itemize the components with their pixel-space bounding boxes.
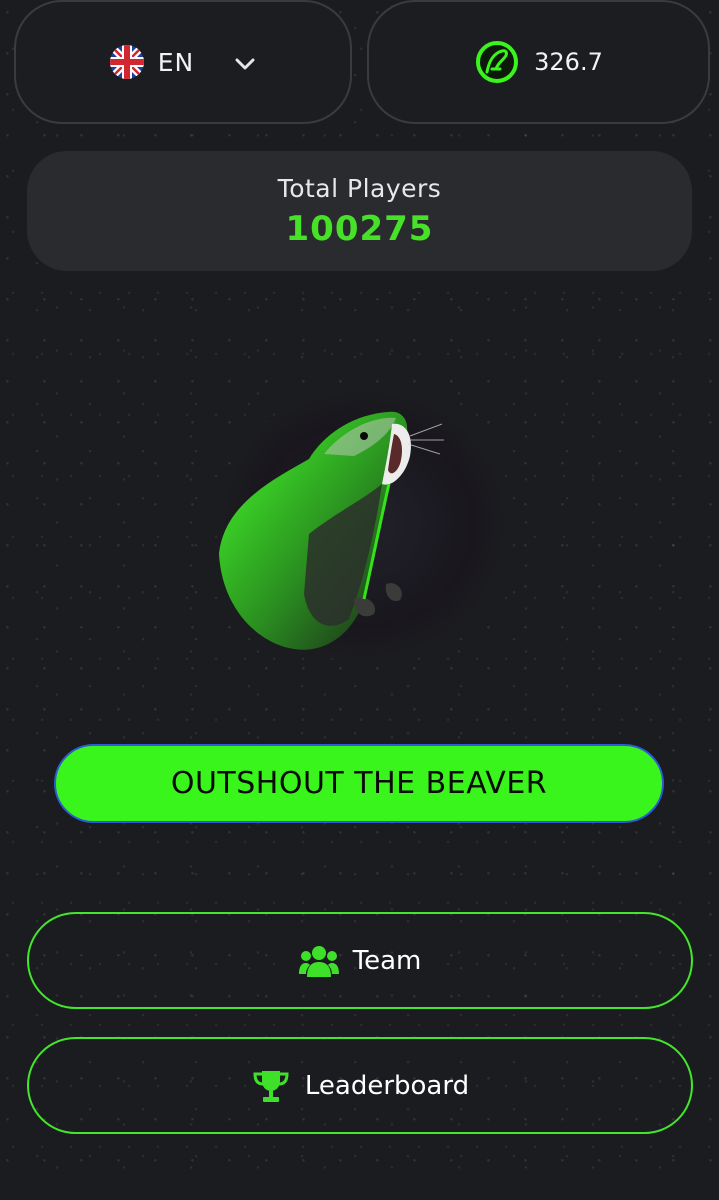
chevron-down-icon <box>235 58 255 70</box>
users-icon <box>298 945 339 977</box>
leaderboard-label: Leaderboard <box>304 1070 470 1101</box>
leaderboard-button[interactable]: Leaderboard <box>27 1037 693 1134</box>
balance-display: 326.7 <box>367 0 710 124</box>
outshout-button[interactable]: OUTSHOUT THE BEAVER <box>54 744 664 823</box>
coin-icon <box>476 41 519 83</box>
uk-flag-icon <box>109 45 144 79</box>
shouting-beaver-avatar[interactable] <box>214 384 510 662</box>
total-players-value: 100275 <box>285 208 434 249</box>
language-code: EN <box>157 47 195 77</box>
balance-value: 326.7 <box>534 48 603 76</box>
team-label: Team <box>352 945 422 976</box>
total-players-label: Total Players <box>277 173 442 203</box>
language-selector[interactable]: EN <box>14 0 352 124</box>
total-players-card: Total Players 100275 <box>27 151 692 271</box>
trophy-icon <box>253 1070 289 1102</box>
team-button[interactable]: Team <box>27 912 693 1009</box>
